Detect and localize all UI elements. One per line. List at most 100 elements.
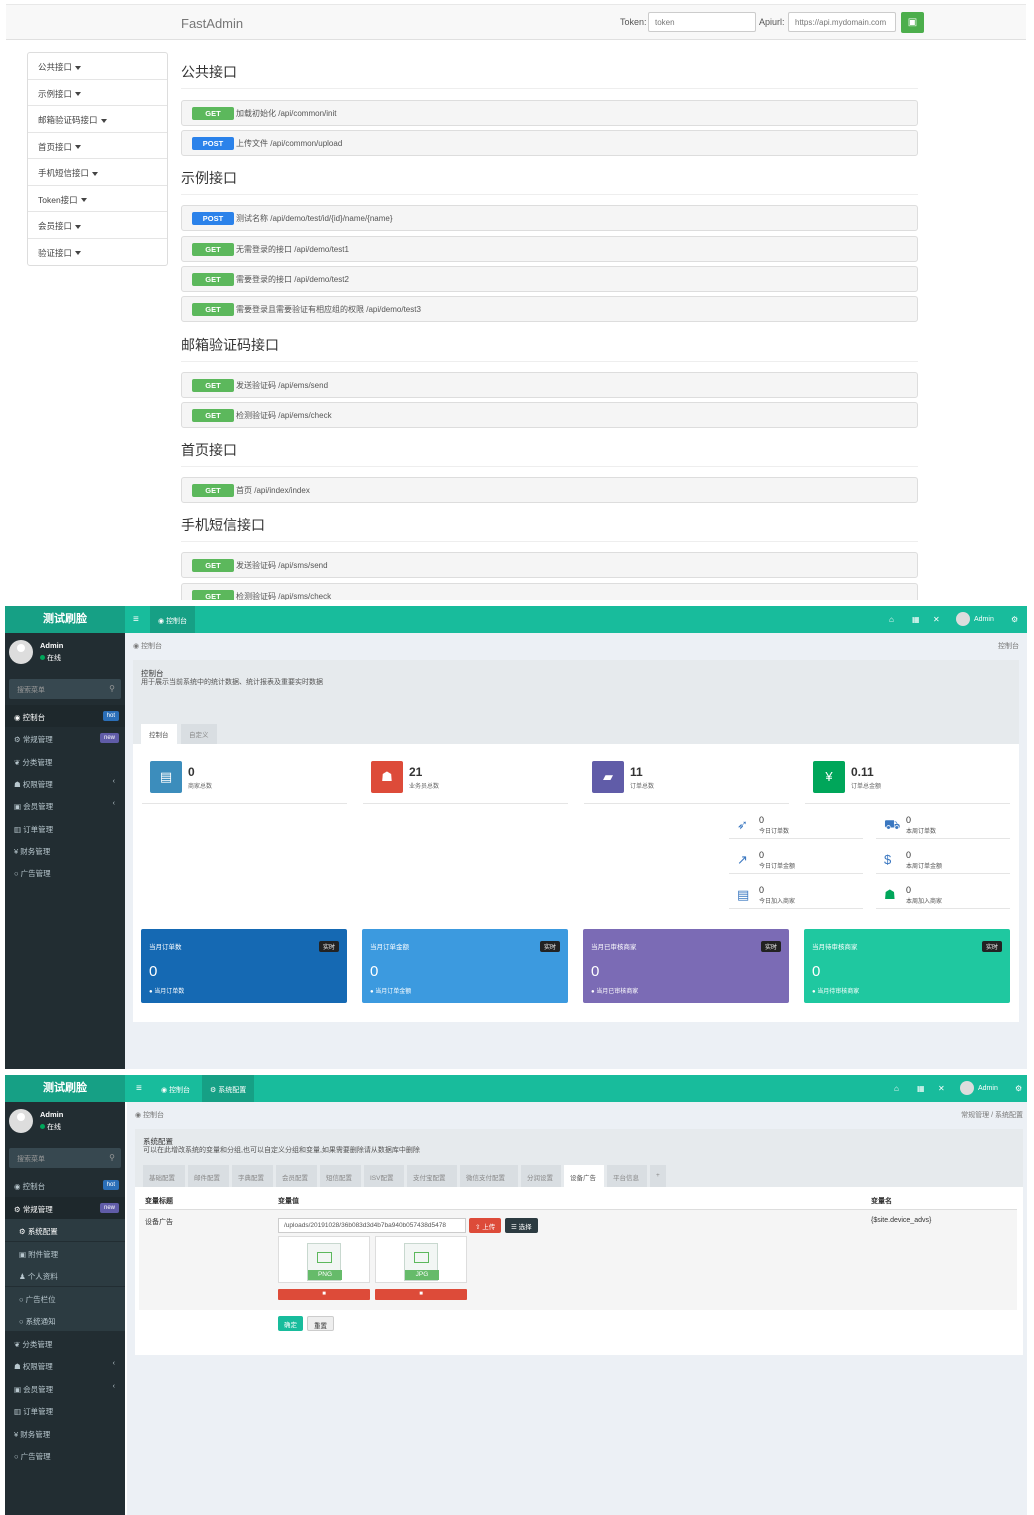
token-label: Token: <box>620 17 647 27</box>
summary-card[interactable]: 当月待审核商家 实时 0 ● 当月待审核商家 <box>804 929 1010 1003</box>
menu-toggle-icon[interactable]: ≡ <box>136 1083 142 1094</box>
nav-item[interactable]: 邮箱验证码接口 <box>28 106 167 133</box>
choose-label: 选择 <box>518 1224 532 1231</box>
breadcrumb-right[interactable]: 控制台 <box>998 641 1019 651</box>
home-icon[interactable]: ⌂ <box>894 1084 899 1093</box>
trash-icon[interactable]: ▦ <box>912 615 920 624</box>
tab-dashboard[interactable]: ◉ 控制台 <box>153 1075 198 1102</box>
breadcrumb-item[interactable]: 控制台 <box>141 643 162 650</box>
sidebar-item[interactable]: ○ 广告栏位 <box>5 1286 125 1309</box>
trash-icon[interactable]: ▦ <box>917 1084 925 1093</box>
sidebar-item[interactable]: ☗ 权限管理 ‹ <box>5 1354 125 1376</box>
apiurl-input[interactable]: https://api.mydomain.com <box>788 12 896 32</box>
endpoint-row[interactable]: GET 检测验证码 /api/sms/check <box>181 583 918 600</box>
config-tab[interactable]: ISV配置 <box>364 1165 404 1187</box>
save-button[interactable]: ▣ <box>901 12 924 33</box>
sidebar-search[interactable]: 搜索菜单 ⚲ <box>9 1148 121 1168</box>
config-tab[interactable]: 平台信息 <box>607 1165 647 1187</box>
sidebar-item[interactable]: ▣ 会员管理 ‹ <box>5 1377 125 1399</box>
breadcrumb-item[interactable]: 控制台 <box>143 1112 164 1119</box>
sidebar-item[interactable]: ▥ 订单管理 <box>5 817 125 839</box>
endpoint-row[interactable]: GET 发送验证码 /api/sms/send <box>181 552 918 578</box>
endpoint-row[interactable]: GET 发送验证码 /api/ems/send <box>181 372 918 398</box>
user-menu[interactable]: Admin <box>960 1081 998 1095</box>
delete-button[interactable]: ■ <box>375 1289 467 1300</box>
config-tab[interactable]: 基础配置 <box>143 1165 185 1187</box>
token-input[interactable]: token <box>648 12 756 32</box>
reset-button[interactable]: 重置 <box>307 1316 334 1331</box>
sidebar-item[interactable]: ⚙ 常规管理 new <box>5 1196 125 1219</box>
settings-icon[interactable]: ⚙ <box>1011 615 1018 624</box>
brand[interactable]: FastAdmin <box>181 16 243 31</box>
sidebar-item[interactable]: ❦ 分类管理 <box>5 750 125 772</box>
config-tab[interactable]: 会员配置 <box>276 1165 317 1187</box>
nav-item[interactable]: 会员接口 <box>28 212 167 239</box>
nav-item[interactable]: 公共接口 <box>28 53 167 80</box>
endpoint-row[interactable]: POST 测试名称 /api/demo/test/id/{id}/name/{na… <box>181 205 918 231</box>
choose-button[interactable]: ☰ 选择 <box>505 1218 538 1233</box>
file-thumb[interactable]: PNG <box>278 1236 370 1283</box>
sidebar-item[interactable]: ❦ 分类管理 <box>5 1332 125 1354</box>
summary-card[interactable]: 当月已审核商家 实时 0 ● 当月已审核商家 <box>583 929 789 1003</box>
sidebar-item[interactable]: ♟ 个人资料 <box>5 1264 125 1286</box>
sidebar-item[interactable]: ⚙ 常规管理 new <box>5 727 125 749</box>
sidebar-search[interactable]: 搜索菜单 ⚲ <box>9 679 121 699</box>
endpoint-row[interactable]: GET 检测验证码 /api/ems/check <box>181 402 918 428</box>
endpoint-row[interactable]: GET 首页 /api/index/index <box>181 477 918 503</box>
tab-system-config[interactable]: ⚙ 系统配置 <box>202 1075 255 1102</box>
sidebar-item[interactable]: ▣ 会员管理 ‹ <box>5 794 125 816</box>
home-icon[interactable]: ⌂ <box>889 615 894 624</box>
sidebar-item[interactable]: ¥ 财务管理 <box>5 839 125 861</box>
config-tab[interactable]: + <box>650 1165 666 1187</box>
user-menu[interactable]: Admin <box>956 612 994 626</box>
nav-item[interactable]: 手机短信接口 <box>28 159 167 186</box>
file-thumb[interactable]: JPG <box>375 1236 467 1283</box>
sidebar-item[interactable]: ○ 广告管理 <box>5 861 125 883</box>
config-tab[interactable]: 邮件配置 <box>188 1165 229 1187</box>
config-tab[interactable]: 短信配置 <box>320 1165 361 1187</box>
fullscreen-icon[interactable]: ✕ <box>938 1084 945 1093</box>
menu-toggle-icon[interactable]: ≡ <box>133 614 139 625</box>
endpoint-row[interactable]: POST 上传文件 /api/common/upload <box>181 130 918 156</box>
sidebar-item[interactable]: ◉ 控制台 hot <box>5 1174 125 1196</box>
config-tab[interactable]: 分润设置 <box>521 1165 561 1187</box>
tab-dashboard[interactable]: ◉ 控制台 <box>150 606 196 633</box>
search-icon[interactable]: ⚲ <box>109 1153 115 1162</box>
nav-item[interactable]: Token接口 <box>28 186 167 212</box>
sidebar-item[interactable]: ▣ 附件管理 <box>5 1241 125 1264</box>
sidebar-item[interactable]: ○ 广告管理 <box>5 1444 125 1466</box>
config-tab[interactable]: 微信支付配置 <box>460 1165 518 1187</box>
fullscreen-icon[interactable]: ✕ <box>933 615 940 624</box>
endpoint-row[interactable]: GET 加载初始化 /api/common/init <box>181 100 918 126</box>
sidebar-item[interactable]: ¥ 财务管理 <box>5 1422 125 1444</box>
nav-item[interactable]: 示例接口 <box>28 80 167 106</box>
logo[interactable]: 测试刷脸 <box>5 606 125 633</box>
logo[interactable]: 测试刷脸 <box>5 1075 125 1102</box>
search-icon[interactable]: ⚲ <box>109 684 115 693</box>
mini-number: 0 <box>906 885 912 895</box>
endpoint-row[interactable]: GET 无需登录的接口 /api/demo/test1 <box>181 236 918 262</box>
upload-button[interactable]: ⇧ 上传 <box>469 1218 502 1233</box>
nav-item[interactable]: 首页接口 <box>28 133 167 159</box>
sidebar-item[interactable]: ⚙ 系统配置 <box>5 1219 125 1241</box>
submit-button[interactable]: 确定 <box>278 1316 303 1331</box>
breadcrumb-right[interactable]: 常规管理 / 系统配置 <box>961 1110 1023 1120</box>
tab-console[interactable]: 控制台 <box>141 724 177 744</box>
summary-card[interactable]: 当月订单金额 实时 0 ● 当月订单金额 <box>362 929 568 1003</box>
nav-item[interactable]: 验证接口 <box>28 239 167 266</box>
sidebar-item[interactable]: ○ 系统通知 <box>5 1309 125 1331</box>
divider <box>363 803 568 804</box>
tab-custom[interactable]: 自定义 <box>181 724 217 744</box>
config-tab[interactable]: 支付宝配置 <box>407 1165 457 1187</box>
summary-card[interactable]: 当月订单数 实时 0 ● 当月订单数 <box>141 929 347 1003</box>
config-tab[interactable]: 设备广告 <box>564 1165 604 1187</box>
sidebar-item[interactable]: ◉ 控制台 hot <box>5 705 125 727</box>
config-tab[interactable]: 字典配置 <box>232 1165 273 1187</box>
delete-button[interactable]: ■ <box>278 1289 370 1300</box>
endpoint-row[interactable]: GET 需要登录且需要验证有相应组的权限 /api/demo/test3 <box>181 296 918 322</box>
settings-icon[interactable]: ⚙ <box>1015 1084 1022 1093</box>
sidebar-item[interactable]: ▥ 订单管理 <box>5 1399 125 1421</box>
sidebar-item[interactable]: ☗ 权限管理 ‹ <box>5 772 125 794</box>
value-input[interactable]: /uploads/20191028/36b083d3d4b7ba940b0574… <box>278 1218 466 1233</box>
endpoint-row[interactable]: GET 需要登录的接口 /api/demo/test2 <box>181 266 918 292</box>
